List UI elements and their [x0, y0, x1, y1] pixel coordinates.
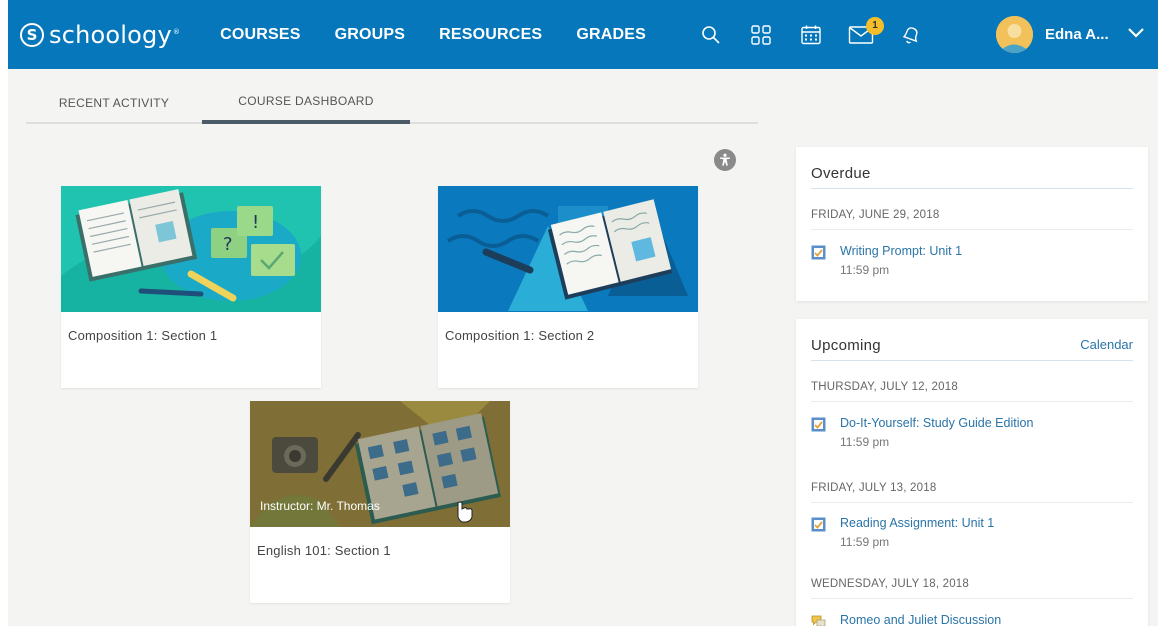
assignment-title: Reading Assignment: Unit 1 — [840, 516, 995, 530]
course-card-english-101-section-1[interactable]: Instructor: Mr. Thomas English 101: Sect… — [250, 401, 510, 603]
upcoming-title: Upcoming — [811, 337, 881, 354]
course-image: ? ! — [61, 186, 321, 312]
upcoming-date-heading: THURSDAY, JULY 12, 2018 — [811, 381, 1133, 402]
assignment-title: Do-It-Yourself: Study Guide Edition — [840, 416, 1034, 430]
assignment-time: 11:59 pm — [840, 535, 890, 549]
calendar-icon[interactable] — [798, 22, 824, 48]
nav-resources[interactable]: RESOURCES — [439, 26, 542, 44]
apps-grid-icon[interactable] — [748, 22, 774, 48]
avatar — [996, 16, 1033, 53]
user-name: Edna A... — [1045, 26, 1109, 43]
assignment-time: 11:59 pm — [840, 263, 890, 277]
assignment-time: 11:59 pm — [840, 435, 890, 449]
overdue-panel: Overdue FRIDAY, JUNE 29, 2018 Writing Pr… — [796, 147, 1148, 301]
course-card-composition-1-section-2[interactable]: Composition 1: Section 2 — [438, 186, 698, 388]
tab-course-dashboard[interactable]: COURSE DASHBOARD — [202, 82, 410, 124]
user-menu[interactable]: Edna A... — [996, 16, 1145, 53]
upcoming-date-heading: WEDNESDAY, JULY 18, 2018 — [811, 578, 1133, 599]
search-icon[interactable] — [698, 22, 724, 48]
app-frame: S schoology® COURSES GROUPS RESOURCES GR… — [8, 0, 1158, 626]
nav-groups[interactable]: GROUPS — [335, 26, 406, 44]
course-title: Composition 1: Section 1 — [68, 328, 218, 343]
assignment-title: Writing Prompt: Unit 1 — [840, 244, 963, 258]
nav-icon-group: 1 — [698, 0, 948, 69]
instructor-label: Instructor: Mr. Thomas — [260, 499, 380, 513]
upcoming-header: Upcoming Calendar — [811, 337, 1133, 361]
logo-mark: S — [20, 22, 44, 47]
course-card-composition-1-section-1[interactable]: ? ! Composition 1: Section 1 — [61, 186, 321, 388]
discussion-title: Romeo and Juliet Discussion — [840, 613, 1002, 626]
upcoming-date-heading: FRIDAY, JULY 13, 2018 — [811, 482, 1133, 503]
course-image — [438, 186, 698, 312]
bell-icon[interactable] — [898, 22, 924, 48]
discussion-icon — [811, 615, 826, 626]
home-logo[interactable]: S schoology® — [20, 21, 180, 49]
assignment-icon — [811, 417, 826, 432]
course-title: English 101: Section 1 — [257, 543, 391, 558]
assignment-item-study-guide[interactable]: Do-It-Yourself: Study Guide Edition 11:5… — [811, 416, 1033, 449]
logo-text: schoology® — [49, 20, 181, 49]
top-nav: S schoology® COURSES GROUPS RESOURCES GR… — [8, 0, 1158, 69]
overdue-title: Overdue — [811, 165, 871, 182]
assignment-icon — [811, 517, 826, 532]
assignment-item-writing-prompt[interactable]: Writing Prompt: Unit 1 11:59 pm — [811, 244, 962, 277]
calendar-link[interactable]: Calendar — [1080, 337, 1133, 360]
nav-courses[interactable]: COURSES — [220, 26, 301, 44]
accessibility-icon[interactable] — [714, 149, 736, 171]
dashboard-tabs: RECENT ACTIVITY COURSE DASHBOARD — [26, 82, 758, 124]
mail-icon[interactable]: 1 — [848, 16, 884, 48]
mail-badge: 1 — [866, 16, 884, 35]
upcoming-panel: Upcoming Calendar THURSDAY, JULY 12, 201… — [796, 319, 1148, 626]
overdue-date-heading: FRIDAY, JUNE 29, 2018 — [811, 209, 1133, 230]
tab-recent-activity[interactable]: RECENT ACTIVITY — [26, 82, 202, 124]
svg-text:?: ? — [223, 234, 233, 255]
chevron-down-icon[interactable] — [1127, 26, 1145, 44]
nav-grades[interactable]: GRADES — [576, 26, 646, 44]
assignment-item-reading-assignment[interactable]: Reading Assignment: Unit 1 11:59 pm — [811, 516, 994, 549]
discussion-item-romeo-and-juliet[interactable]: Romeo and Juliet Discussion — [811, 613, 1001, 626]
overdue-header: Overdue — [811, 165, 1133, 189]
assignment-icon — [811, 245, 826, 260]
svg-text:!: ! — [252, 212, 259, 233]
course-image: Instructor: Mr. Thomas — [250, 401, 510, 527]
course-title: Composition 1: Section 2 — [445, 328, 595, 343]
